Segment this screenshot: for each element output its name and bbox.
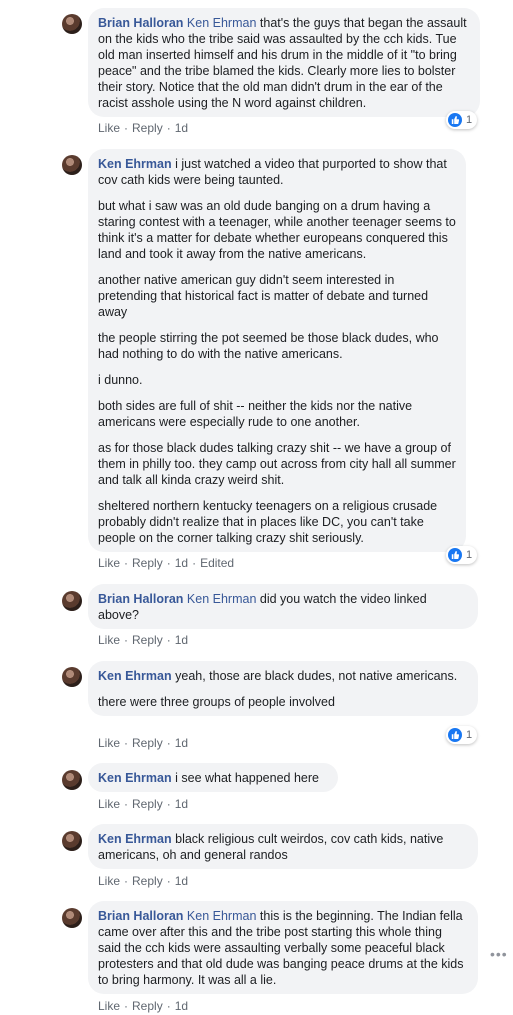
more-options-icon[interactable]: ••• xyxy=(490,946,508,962)
like-link[interactable]: Like xyxy=(98,797,120,811)
like-link[interactable]: Like xyxy=(98,633,120,647)
comment-text: that's the guys that began the assault o… xyxy=(98,16,467,110)
comment-bubble: Ken Ehrman i see what happened here xyxy=(88,763,338,792)
avatar[interactable] xyxy=(62,14,82,34)
author-name[interactable]: Brian Halloran xyxy=(98,909,183,923)
reply-link[interactable]: Reply xyxy=(132,121,163,135)
comment-actions: Like · Reply · 1d xyxy=(98,797,189,811)
avatar[interactable] xyxy=(62,155,82,175)
comment-text: yeah, those are black dudes, not native … xyxy=(175,669,458,683)
comment-actions: Like · Reply · 1d xyxy=(98,999,189,1013)
comment-paragraph: both sides are full of shit -- neither t… xyxy=(98,399,413,429)
timestamp[interactable]: 1d xyxy=(175,736,188,750)
like-link[interactable]: Like xyxy=(98,556,120,570)
edited-label[interactable]: Edited xyxy=(200,556,234,570)
comment-paragraph: as for those black dudes talking crazy s… xyxy=(98,441,456,487)
reply-link[interactable]: Reply xyxy=(132,556,163,570)
comment-paragraph: there were three groups of people involv… xyxy=(98,695,335,709)
reply-link[interactable]: Reply xyxy=(132,797,163,811)
comment-paragraph: but what i saw was an old dude banging o… xyxy=(98,199,456,261)
tagged-name[interactable]: Ken Ehrman xyxy=(187,909,256,923)
comment-bubble: Brian Halloran Ken Ehrman that's the guy… xyxy=(88,8,480,117)
author-name[interactable]: Brian Halloran xyxy=(98,16,183,30)
comment-actions: Like · Reply · 1d xyxy=(98,633,189,647)
comment-actions: Like · Reply · 1d xyxy=(98,121,189,135)
thumbs-up-icon xyxy=(448,113,462,127)
comment-bubble: Brian Halloran Ken Ehrman did you watch … xyxy=(88,584,478,629)
like-link[interactable]: Like xyxy=(98,121,120,135)
reply-link[interactable]: Reply xyxy=(132,633,163,647)
like-link[interactable]: Like xyxy=(98,999,120,1013)
timestamp[interactable]: 1d xyxy=(175,999,188,1013)
comment-text: i see what happened here xyxy=(175,771,319,785)
timestamp[interactable]: 1d xyxy=(175,556,188,570)
avatar[interactable] xyxy=(62,770,82,790)
comment-actions: Like · Reply · 1d xyxy=(98,736,189,750)
avatar[interactable] xyxy=(62,908,82,928)
timestamp[interactable]: 1d xyxy=(175,797,188,811)
comment-bubble: Ken Ehrman yeah, those are black dudes, … xyxy=(88,661,478,716)
comment-actions: Like · Reply · 1d xyxy=(98,874,189,888)
comment-paragraph: another native american guy didn't seem … xyxy=(98,273,429,319)
reply-link[interactable]: Reply xyxy=(132,874,163,888)
comment-paragraph: sheltered northern kentucky teenagers on… xyxy=(98,499,438,545)
avatar[interactable] xyxy=(62,591,82,611)
author-name[interactable]: Ken Ehrman xyxy=(98,157,172,171)
tagged-name[interactable]: Ken Ehrman xyxy=(187,16,256,30)
timestamp[interactable]: 1d xyxy=(175,633,188,647)
reaction-count[interactable]: 1 xyxy=(446,111,478,129)
avatar[interactable] xyxy=(62,667,82,687)
comment-bubble: Ken Ehrman black religious cult weirdos,… xyxy=(88,824,478,869)
comment-paragraph: the people stirring the pot seemed be th… xyxy=(98,331,439,361)
thumbs-up-icon xyxy=(448,548,462,562)
reaction-count[interactable]: 1 xyxy=(446,726,478,744)
reply-link[interactable]: Reply xyxy=(132,736,163,750)
comment-bubble: Ken Ehrman i just watched a video that p… xyxy=(88,149,466,552)
timestamp[interactable]: 1d xyxy=(175,874,188,888)
author-name[interactable]: Ken Ehrman xyxy=(98,832,172,846)
comment-actions: Like · Reply · 1d · Edited xyxy=(98,556,235,570)
reply-link[interactable]: Reply xyxy=(132,999,163,1013)
thumbs-up-icon xyxy=(448,728,462,742)
avatar[interactable] xyxy=(62,831,82,851)
reaction-count[interactable]: 1 xyxy=(446,546,478,564)
like-link[interactable]: Like xyxy=(98,874,120,888)
timestamp[interactable]: 1d xyxy=(175,121,188,135)
comment-paragraph: i dunno. xyxy=(98,373,143,387)
tagged-name[interactable]: Ken Ehrman xyxy=(187,592,256,606)
author-name[interactable]: Ken Ehrman xyxy=(98,669,172,683)
comment-bubble: Brian Halloran Ken Ehrman this is the be… xyxy=(88,901,478,994)
author-name[interactable]: Ken Ehrman xyxy=(98,771,172,785)
like-link[interactable]: Like xyxy=(98,736,120,750)
author-name[interactable]: Brian Halloran xyxy=(98,592,183,606)
